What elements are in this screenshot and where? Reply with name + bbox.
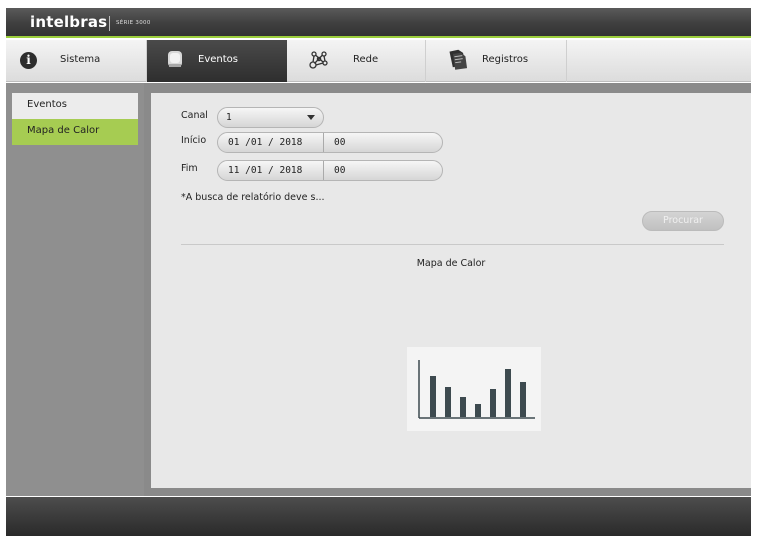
inicio-label: Início [181,135,207,146]
tab-sistema[interactable]: i Sistema [6,40,147,82]
inicio-time[interactable]: 00 [323,133,345,152]
dvr-app-window: intelbras SÉRIE 3000 i Sistema Eventos R… [0,0,757,536]
inicio-date[interactable]: 01 /01 / 2018 [228,137,302,148]
tab-registros-label: Registros [482,54,529,65]
network-icon [309,50,329,73]
tab-registros[interactable]: Registros [426,40,567,82]
heatmap-panel: Canal 1 Início 01 /01 / 2018 00 Fim 11 /… [151,93,751,488]
tab-rede-label: Rede [353,54,379,65]
fim-label: Fim [181,163,198,174]
procurar-button[interactable]: Procurar [642,211,724,231]
workspace: Eventos Mapa de Calor Canal 1 Início 01 … [6,83,751,496]
main-tab-bar: i Sistema Eventos Rede Registros [6,40,751,82]
canal-select[interactable]: 1 [217,107,324,128]
fim-datetime-field[interactable]: 11 /01 / 2018 00 [217,160,443,181]
alarm-icon [167,49,183,72]
search-note: *A busca de relatório deve s... [181,192,325,203]
sidebar-item-eventos[interactable]: Eventos [12,93,138,119]
bar-chart-icon [407,347,541,431]
section-divider [181,244,724,245]
tab-rede[interactable]: Rede [287,40,426,82]
documents-icon [448,48,468,73]
tab-eventos-label: Eventos [198,54,238,65]
fim-date[interactable]: 11 /01 / 2018 [228,165,302,176]
chevron-down-icon [307,115,315,120]
tab-sistema-label: Sistema [60,54,101,65]
info-icon: i [20,52,37,69]
tab-eventos[interactable]: Eventos [147,40,287,82]
brand-logo: intelbras [30,13,108,31]
inicio-datetime-field[interactable]: 01 /01 / 2018 00 [217,132,443,153]
logo-divider [109,16,110,31]
sidebar-item-mapa-de-calor[interactable]: Mapa de Calor [12,119,138,145]
heatmap-title: Mapa de Calor [416,258,486,269]
footer-bar [6,497,751,536]
series-label: SÉRIE 3000 [116,20,151,26]
canal-label: Canal [181,110,208,121]
sidebar: Eventos Mapa de Calor [6,83,144,496]
canal-value: 1 [226,112,232,123]
title-bar: intelbras SÉRIE 3000 [6,8,751,38]
fim-time[interactable]: 00 [323,161,345,180]
